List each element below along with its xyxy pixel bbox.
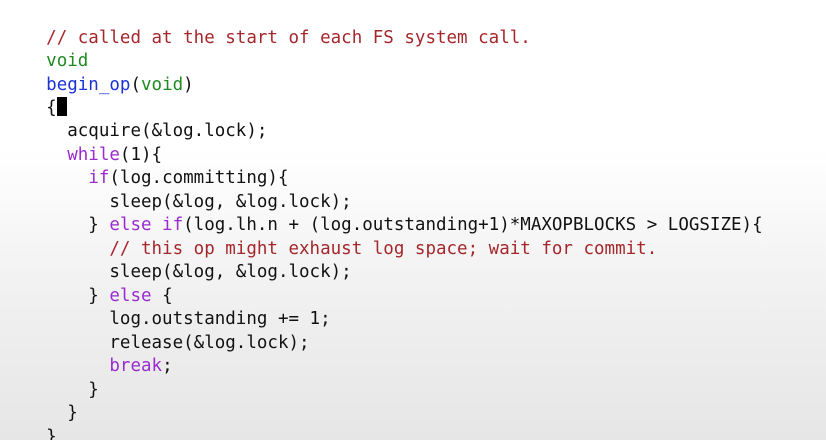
code-line-12: } else { xyxy=(4,263,172,306)
code-line-16: } xyxy=(4,357,99,400)
code-line-3: begin_op(void) xyxy=(4,52,194,95)
code-editor[interactable]: // called at the start of each FS system… xyxy=(0,0,826,440)
keyword-break: break xyxy=(109,356,163,376)
code-line-13: log.outstanding += 1; xyxy=(4,286,330,329)
code-line-4: { xyxy=(4,75,67,118)
code-line-14: release(&log.lock); xyxy=(4,310,309,353)
code-line-11: sleep(&log, &log.lock); xyxy=(4,239,351,282)
comment-text: // called at the start of each FS system… xyxy=(46,28,531,48)
code-line-8: sleep(&log, &log.lock); xyxy=(4,169,351,212)
open-paren: ( xyxy=(130,75,141,95)
code-line-5: acquire(&log.lock); xyxy=(4,98,267,141)
code-line-9: } else if(log.lh.n + (log.outstanding+1)… xyxy=(4,192,762,235)
close-paren: ) xyxy=(183,75,194,95)
code-line-18: } xyxy=(4,404,57,440)
code-line-10: // this op might exhaust log space; wait… xyxy=(4,216,657,259)
code-line-2: void xyxy=(4,28,88,71)
statement-text: } xyxy=(46,427,57,440)
code-line-1: // called at the start of each FS system… xyxy=(4,5,531,48)
code-line-7: if(log.committing){ xyxy=(4,145,288,188)
code-line-17: } xyxy=(4,380,78,423)
code-line-15: break; xyxy=(4,333,172,376)
code-line-6: while(1){ xyxy=(4,122,162,165)
param-type: void xyxy=(141,75,184,95)
statement-text: ; xyxy=(162,356,173,376)
